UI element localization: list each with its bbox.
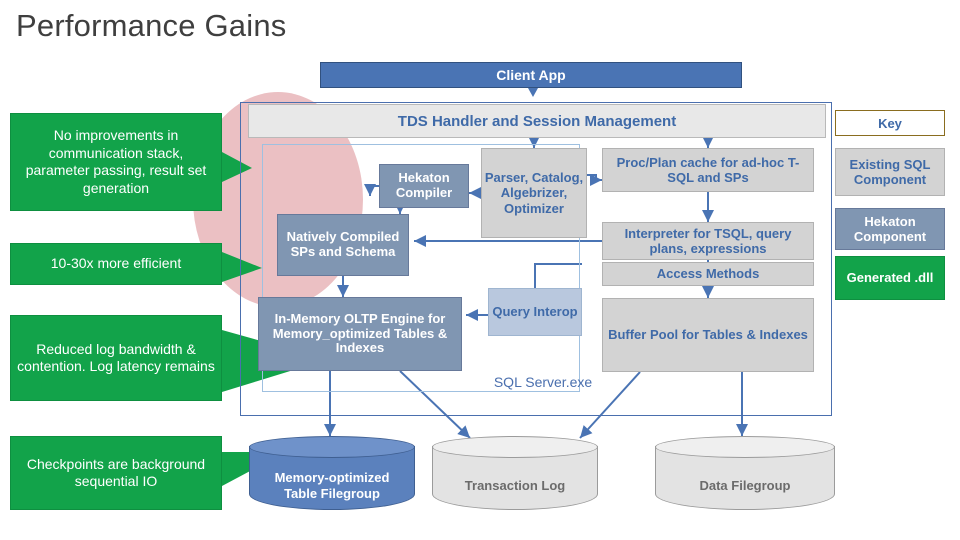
page-title: Performance Gains (16, 8, 287, 43)
tds-handler-box[interactable]: TDS Handler and Session Management (248, 104, 826, 138)
key-item-hekaton: Hekaton Component (835, 208, 945, 250)
proc-plan-cache-label: Proc/Plan cache for ad-hoc T-SQL and SPs (616, 154, 800, 185)
proc-plan-cache-box[interactable]: Proc/Plan cache for ad-hoc T-SQL and SPs (602, 148, 814, 192)
parser-label: Parser, Catalog, Algebrizer, Optimizer (484, 170, 584, 216)
callout-efficiency: 10-30x more efficient (10, 243, 222, 285)
hekaton-compiler-label: Hekaton Compiler (395, 170, 453, 200)
cylinder-top-icon (432, 436, 598, 458)
key-item-label: Generated .dll (846, 270, 934, 286)
buffer-pool-label: Buffer Pool for Tables & Indexes (608, 327, 808, 343)
natively-compiled-sps-box[interactable]: Natively Compiled SPs and Schema (277, 214, 409, 276)
client-app-arrow-icon (528, 88, 538, 97)
slide-canvas: Performance Gains Client App TDS Handler… (0, 0, 960, 540)
interpreter-box[interactable]: Interpreter for TSQL, query plans, expre… (602, 222, 814, 260)
in-memory-oltp-engine-box[interactable]: In-Memory OLTP Engine for Memory_optimiz… (258, 297, 462, 371)
hekaton-compiler-box[interactable]: Hekaton Compiler (379, 164, 469, 208)
callout-communication-stack: No improvements in communication stack, … (10, 113, 222, 211)
storage-label: Transaction Log (464, 478, 566, 493)
storage-label: Data Filegroup (699, 478, 791, 493)
key-item-existing-sql: Existing SQL Component (835, 148, 945, 196)
query-interop-label: Query Interop (492, 303, 578, 319)
storage-transaction-log[interactable]: Transaction Log (432, 436, 598, 510)
storage-memory-optimized-filegroup[interactable]: Memory-optimized Table Filegroup (249, 436, 415, 510)
cylinder-top-icon (655, 436, 835, 458)
access-methods-box[interactable]: Access Methods (602, 262, 814, 286)
callout-text: Checkpoints are background sequential IO (26, 455, 206, 490)
sql-server-exe-label: SQL Server.exe (493, 374, 593, 390)
access-methods-label: Access Methods (656, 266, 760, 282)
callout-log-bandwidth: Reduced log bandwidth & contention. Log … (10, 315, 222, 401)
parser-catalog-optimizer-box[interactable]: Parser, Catalog, Algebrizer, Optimizer (481, 148, 587, 238)
query-interop-box[interactable]: Query Interop (488, 288, 582, 336)
client-app-box[interactable]: Client App (320, 62, 742, 88)
storage-label: Memory-optimized Table Filegroup (274, 470, 390, 501)
key-title: Key (835, 110, 945, 136)
natively-compiled-sps-label: Natively Compiled SPs and Schema (286, 229, 400, 259)
key-item-label: Existing SQL Component (849, 156, 931, 187)
callout-text: Reduced log bandwidth & contention. Log … (17, 340, 215, 375)
interpreter-label: Interpreter for TSQL, query plans, expre… (624, 225, 792, 256)
buffer-pool-box[interactable]: Buffer Pool for Tables & Indexes (602, 298, 814, 372)
storage-data-filegroup[interactable]: Data Filegroup (655, 436, 835, 510)
cylinder-top-icon (249, 436, 415, 458)
key-item-label: Hekaton Component (853, 213, 927, 244)
in-memory-oltp-engine-label: In-Memory OLTP Engine for Memory_optimiz… (272, 310, 448, 356)
callout-text: 10-30x more efficient (50, 255, 182, 272)
callout-checkpoints: Checkpoints are background sequential IO (10, 436, 222, 510)
callout-text: No improvements in communication stack, … (25, 127, 207, 196)
key-item-generated-dll: Generated .dll (835, 256, 945, 300)
